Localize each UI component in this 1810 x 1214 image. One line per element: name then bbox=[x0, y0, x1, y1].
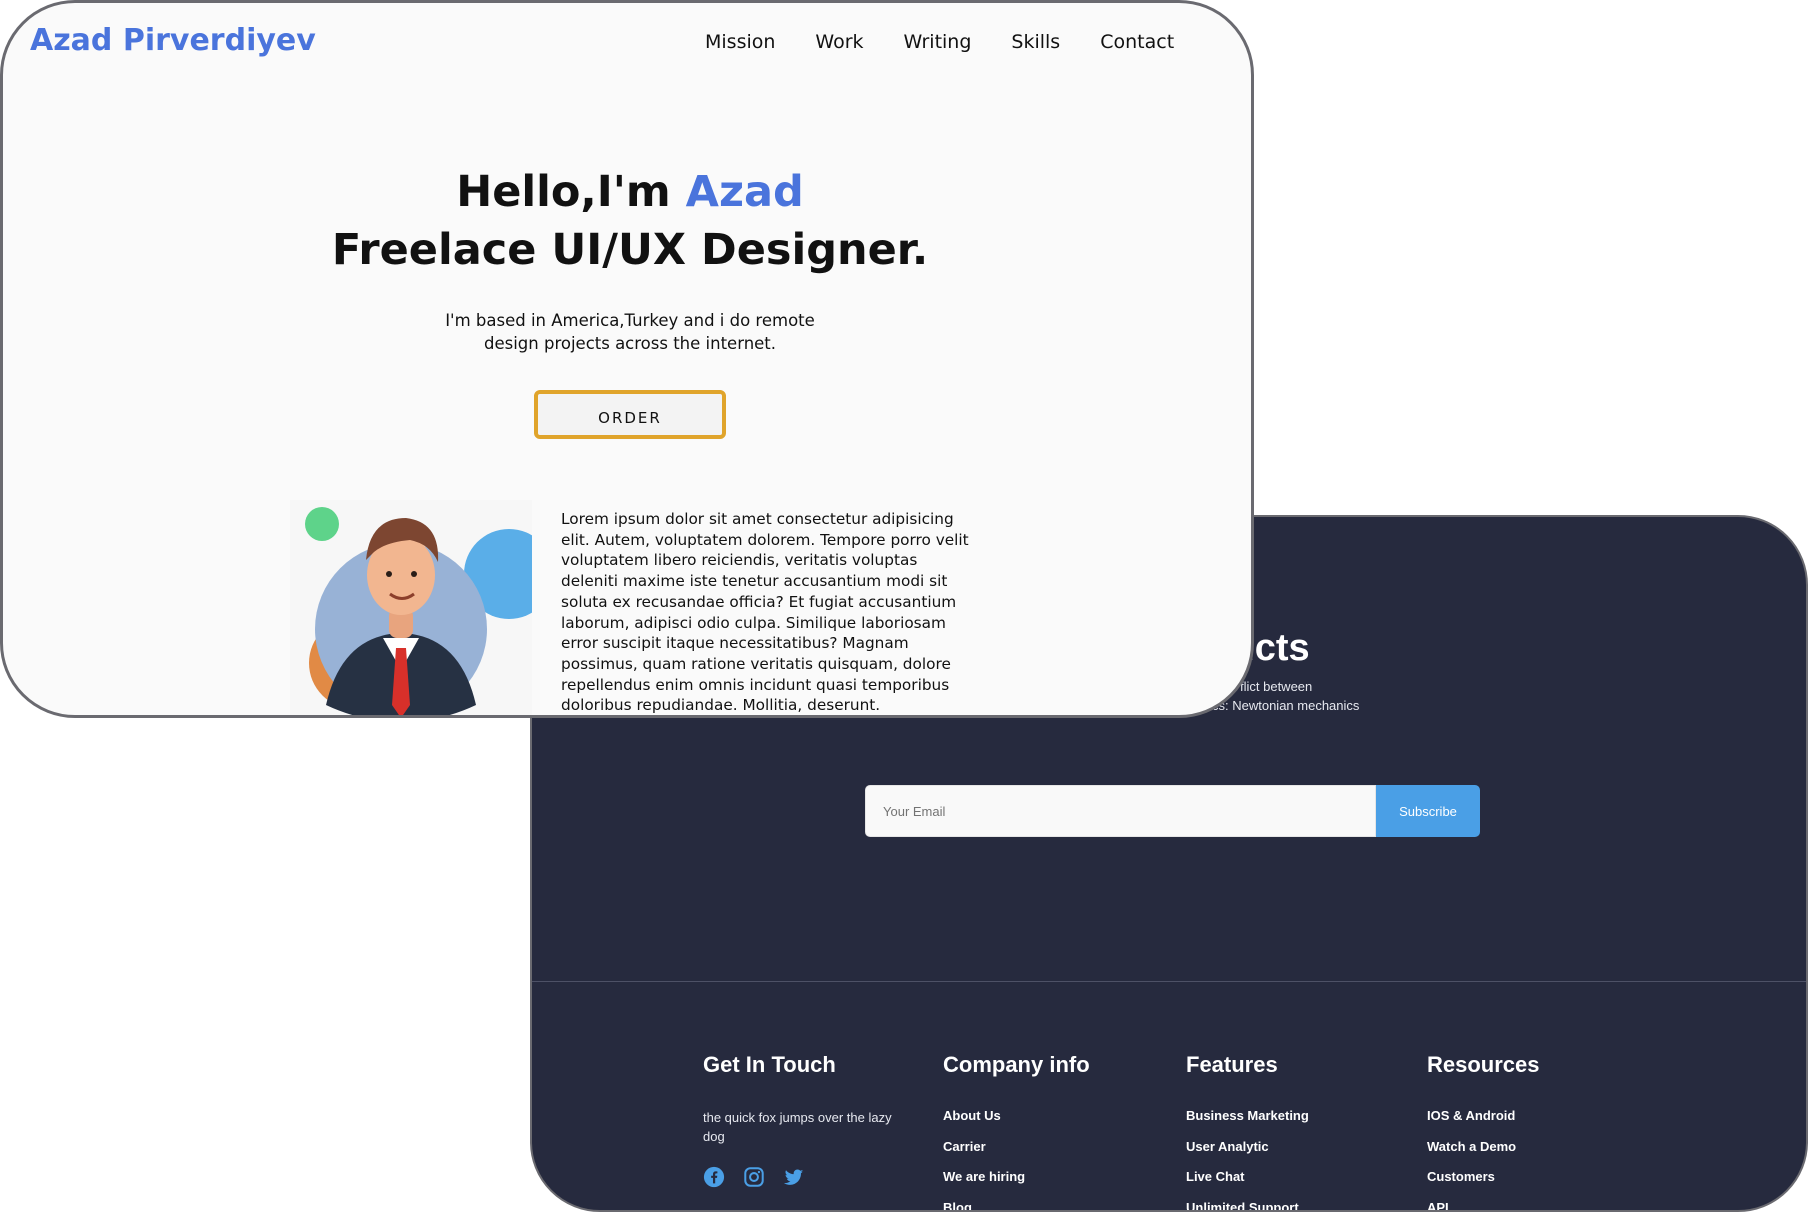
subscribe-button[interactable]: Subscribe bbox=[1376, 785, 1480, 837]
avatar-illustration bbox=[290, 500, 554, 715]
footer-link[interactable]: Unlimited Support bbox=[1186, 1200, 1309, 1211]
footer-heading-get-in-touch: Get In Touch bbox=[703, 1052, 836, 1077]
footer-heading-features: Features bbox=[1186, 1052, 1278, 1077]
footer-company-info: Company info About Us Carrier We are hir… bbox=[943, 1052, 1090, 1211]
about-text: Lorem ipsum dolor sit amet consectetur a… bbox=[561, 510, 969, 715]
subscribe-form: Subscribe bbox=[865, 785, 1480, 837]
footer-heading-resources: Resources bbox=[1427, 1052, 1540, 1077]
hero-subtitle: I'm based in America,Turkey and i do rem… bbox=[445, 311, 815, 353]
footer-link[interactable]: Live Chat bbox=[1186, 1169, 1309, 1200]
footer-link[interactable]: We are hiring bbox=[943, 1169, 1090, 1200]
footer-link[interactable]: Customers bbox=[1427, 1169, 1540, 1200]
nav-writing[interactable]: Writing bbox=[904, 31, 972, 53]
order-button[interactable]: ORDER bbox=[534, 390, 726, 439]
footer-link[interactable]: IOS & Android bbox=[1427, 1108, 1540, 1139]
nav-contact[interactable]: Contact bbox=[1100, 31, 1174, 53]
hero-title: Hello,I'm Azad Freelace UI/UX Designer. bbox=[331, 167, 929, 275]
footer-divider bbox=[532, 981, 1806, 982]
footer-link[interactable]: User Analytic bbox=[1186, 1139, 1309, 1170]
footer-link[interactable]: Business Marketing bbox=[1186, 1108, 1309, 1139]
social-links bbox=[703, 1166, 903, 1188]
instagram-icon[interactable] bbox=[743, 1166, 765, 1188]
portfolio-hero-card: Azad Pirverdiyev Mission Work Writing Sk… bbox=[0, 0, 1254, 718]
footer-link[interactable]: API bbox=[1427, 1200, 1540, 1211]
footer-link[interactable]: Blog bbox=[943, 1200, 1090, 1211]
footer-features: Features Business Marketing User Analyti… bbox=[1186, 1052, 1309, 1211]
email-input[interactable] bbox=[865, 785, 1376, 837]
twitter-icon[interactable] bbox=[783, 1166, 805, 1188]
footer-link[interactable]: Watch a Demo bbox=[1427, 1139, 1540, 1170]
nav-skills[interactable]: Skills bbox=[1011, 31, 1060, 53]
facebook-icon[interactable] bbox=[703, 1166, 725, 1188]
footer-get-in-touch: Get In Touch the quick fox jumps over th… bbox=[703, 1052, 903, 1188]
nav-mission[interactable]: Mission bbox=[705, 31, 775, 53]
nav-work[interactable]: Work bbox=[815, 31, 863, 53]
site-logo[interactable]: Azad Pirverdiyev bbox=[30, 23, 316, 58]
hero-name: Azad bbox=[685, 167, 804, 217]
footer-link[interactable]: About Us bbox=[943, 1108, 1090, 1139]
footer-heading-company-info: Company info bbox=[943, 1052, 1090, 1077]
footer-resources: Resources IOS & Android Watch a Demo Cus… bbox=[1427, 1052, 1540, 1211]
main-nav: Mission Work Writing Skills Contact bbox=[705, 31, 1174, 53]
footer-link[interactable]: Carrier bbox=[943, 1139, 1090, 1170]
get-in-touch-text: the quick fox jumps over the lazy dog bbox=[703, 1110, 892, 1144]
